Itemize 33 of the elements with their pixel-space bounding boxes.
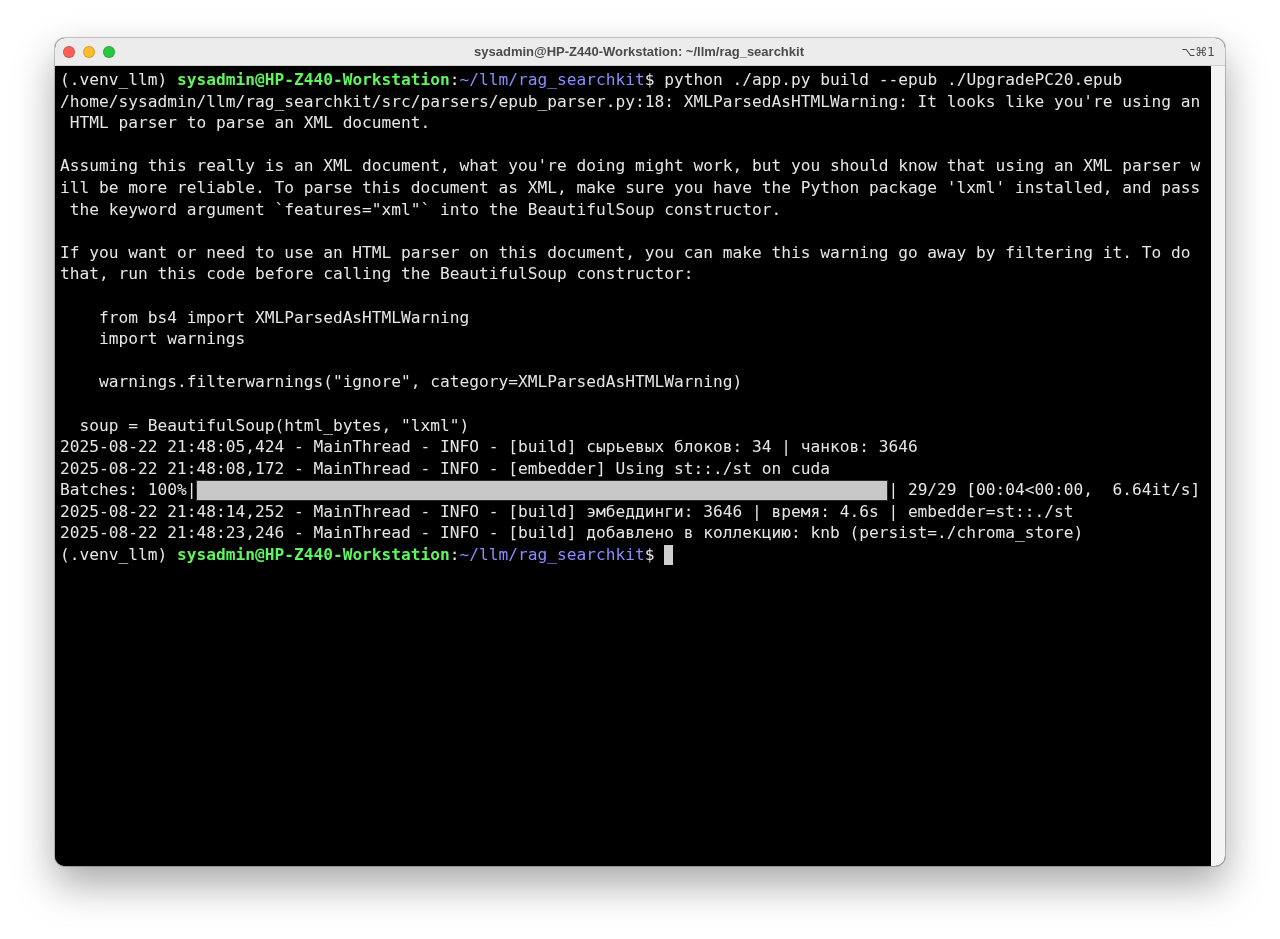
user-host: sysadmin@HP-Z440-Workstation [176,544,450,566]
output-line: the keyword argument `features="xml"` into the BeautifulSoup constructor. [68,198,782,221]
user-host: sysadmin@HP-Z440-Workstation [176,69,450,91]
close-button[interactable] [63,45,75,58]
output-line: If you want or need to use an HTML parser on this document, you can make this warning go away by filtering it. To do [60,241,1191,264]
path-separator: : [449,544,460,566]
output-line: 2025-08-22 21:48:14,252 - MainThread - INFO - [build] эмбеддинги: 3646 | время: 4.6s | embedder=st::./st [60,500,1074,523]
venv-label: (.venv_llm) [60,69,168,91]
command-text: python ./app.py build --epub ./UpgradePC20.epub [664,69,1123,91]
current-path: ~/llm/rag_searchkit [459,69,645,91]
output-line: 2025-08-22 21:48:05,424 - MainThread - INFO - [build] сырьевых блоков: 34 | чанков: 3646 [60,436,918,458]
output-line: warnings.filterwarnings("ignore", category=XMLParsedAsHTMLWarning) [97,371,743,393]
output-line: soup = BeautifulSoup(html_bytes, "lxml") [78,414,470,437]
output-line: from bs4 import XMLParsedAsHTMLWarning [97,306,470,329]
zoom-button[interactable] [103,45,115,58]
output-line: 2025-08-22 21:48:08,172 - MainThread - INFO - [embedder] Using st::./st on cuda [60,457,830,480]
output-line: import warnings [97,328,246,350]
minimize-button[interactable] [83,45,95,58]
output-line: 2025-08-22 21:48:23,246 - MainThread - INFO - [build] добавлено в коллекцию: knb (persist=./chroma_store) [60,522,1084,545]
output-line: ill be more reliable. To parse this document as XML, make sure you have the Python package 'lxml' installed, and pass [60,176,1201,199]
venv-label: (.venv_llm) [60,544,168,566]
output-line: /home/sysadmin/llm/rag_searchkit/src/parsers/epub_parser.py:18: XMLParsedAsHTMLWarning: It looks like you're using an [60,90,1201,113]
shortcut-label: ⌥⌘1 [1180,44,1215,59]
current-path: ~/llm/rag_searchkit [459,544,645,566]
output-line: that, run this code before calling the BeautifulSoup constructor: [60,263,694,285]
progress-stats: | 29/29 [00:04<00:00, 6.64it/s] [888,479,1201,501]
output-line: Assuming this really is an XML document, what you're doing might work, but you should know that using an XML parser w [60,155,1201,177]
prompt-symbol: $ [644,69,655,91]
progress-label: Batches: 100%| [60,479,197,501]
prompt-symbol: $ [644,544,655,566]
path-separator: : [449,69,460,91]
output-line: HTML parser to parse an XML document. [68,112,431,134]
window-title: sysadmin@HP-Z440-Workstation: ~/llm/rag_searchkit [473,44,805,59]
